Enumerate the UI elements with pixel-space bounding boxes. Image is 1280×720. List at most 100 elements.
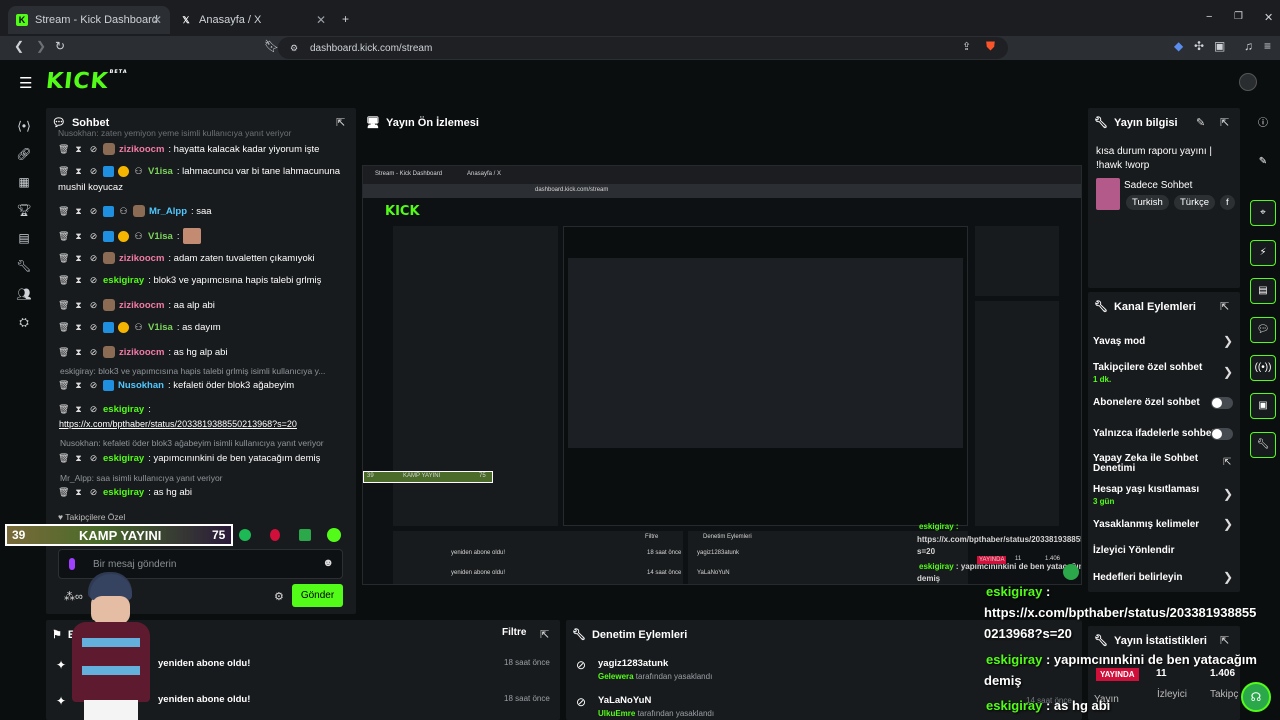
- external-link-icon[interactable]: ⇱: [1223, 457, 1231, 468]
- bookmark-icon[interactable]: 🔖︎: [264, 39, 279, 53]
- ban-icon[interactable]: ⊘: [88, 347, 99, 358]
- reload-icon[interactable]: ↻: [55, 39, 65, 53]
- mic-icon[interactable]: [69, 558, 75, 570]
- timeout-icon[interactable]: ⧗: [73, 380, 84, 391]
- users-icon[interactable]: 👥︎: [16, 286, 32, 302]
- banned-words-item[interactable]: Yasaklanmış kelimeler: [1093, 519, 1199, 530]
- chat-username[interactable]: V1isa: [148, 166, 173, 177]
- popout-icon[interactable]: ⇱: [1220, 300, 1229, 313]
- tag-chip[interactable]: Turkish: [1126, 195, 1169, 210]
- timeout-icon[interactable]: ⧗: [73, 206, 84, 217]
- popout-icon[interactable]: ⇱: [1220, 116, 1229, 129]
- broadcast-icon[interactable]: ((•)): [1250, 355, 1276, 381]
- timeout-icon[interactable]: ⧗: [73, 231, 84, 242]
- category-label[interactable]: Sadece Sohbet: [1124, 180, 1192, 191]
- chevron-right-icon[interactable]: ❯: [1223, 570, 1233, 584]
- ban-icon[interactable]: ⊘: [88, 322, 99, 333]
- gift-icon[interactable]: ▣: [1250, 393, 1276, 419]
- goals-item[interactable]: Hedefleri belirleyin: [1093, 572, 1182, 583]
- url-bar[interactable]: ⚙ dashboard.kick.com/stream: [278, 37, 1008, 59]
- emotes-only-item[interactable]: Yalnızca ifadelerle sohbet: [1093, 428, 1215, 439]
- timeout-icon[interactable]: ⧗: [73, 347, 84, 358]
- ban-icon[interactable]: ⊘: [88, 206, 99, 217]
- stream-icon[interactable]: ⟨•⟩: [16, 118, 32, 134]
- trash-icon[interactable]: 🗑︎: [58, 231, 69, 242]
- chat-username[interactable]: eskigiray: [103, 404, 144, 415]
- chat-username[interactable]: zizikoocm: [119, 144, 164, 155]
- puzzle-icon[interactable]: ✣: [1194, 39, 1204, 53]
- chat-username[interactable]: zizikoocm: [119, 300, 164, 311]
- ban-icon[interactable]: ⊘: [88, 275, 99, 286]
- tab-close-icon[interactable]: ✕: [152, 13, 162, 27]
- headset-icon[interactable]: ☊: [1241, 682, 1271, 712]
- chat-username[interactable]: eskigiray: [103, 275, 144, 286]
- trophy-icon[interactable]: 🏆︎: [16, 202, 32, 218]
- send-button[interactable]: Gönder: [292, 584, 343, 607]
- minimize-icon[interactable]: −: [1206, 11, 1212, 23]
- slow-mode-item[interactable]: Yavaş mod: [1093, 336, 1145, 347]
- user-avatar[interactable]: [1239, 73, 1257, 91]
- brave-shield-icon[interactable]: ⛊: [986, 39, 995, 54]
- menu-icon[interactable]: ≡: [1264, 39, 1271, 53]
- tag-chip[interactable]: Türkçe: [1174, 195, 1216, 210]
- analytics-icon[interactable]: ▦: [16, 174, 32, 190]
- browser-tab-x[interactable]: 𝕏 Anasayfa / X ✕: [172, 6, 334, 34]
- trash-icon[interactable]: 🗑︎: [58, 253, 69, 264]
- forward-icon[interactable]: ❯: [36, 39, 46, 53]
- chat-username[interactable]: Nusokhan: [118, 380, 164, 391]
- timeout-icon[interactable]: ⧗: [73, 453, 84, 464]
- media-icon[interactable]: ♫: [1244, 39, 1253, 53]
- trash-icon[interactable]: 🗑︎: [58, 166, 69, 177]
- wrench-icon[interactable]: 🔧︎: [16, 258, 32, 274]
- trash-icon[interactable]: 🗑︎: [58, 487, 69, 498]
- new-tab-icon[interactable]: +: [342, 12, 349, 26]
- timeout-icon[interactable]: ⧗: [73, 253, 84, 264]
- timeout-icon[interactable]: ⧗: [73, 404, 84, 415]
- raid-item[interactable]: İzleyici Yönlendir: [1093, 545, 1175, 556]
- timeout-icon[interactable]: ⧗: [73, 487, 84, 498]
- timeout-icon[interactable]: ⧗: [73, 322, 84, 333]
- link-icon[interactable]: 🔗︎: [16, 146, 32, 162]
- clipboard-icon[interactable]: ▤: [1250, 278, 1276, 304]
- edit-icon[interactable]: ✎: [1250, 150, 1276, 176]
- emoji-icon[interactable]: ☻: [322, 557, 334, 569]
- ban-icon[interactable]: ⊘: [88, 380, 99, 391]
- ban-icon[interactable]: ⊘: [88, 253, 99, 264]
- ban-icon[interactable]: ⊘: [88, 166, 99, 177]
- trash-icon[interactable]: 🗑︎: [58, 275, 69, 286]
- tab-close-icon[interactable]: ✕: [316, 13, 326, 27]
- kick-logo[interactable]: KICKBETA: [45, 69, 128, 94]
- tools-icon[interactable]: 🔧︎: [1250, 432, 1276, 458]
- ban-icon[interactable]: ⊘: [88, 144, 99, 155]
- ban-icon[interactable]: ⊘: [88, 487, 99, 498]
- account-age-item[interactable]: Hesap yaşı kısıtlaması 3 gün: [1093, 484, 1199, 506]
- chat-link[interactable]: https://x.com/bpthaber/status/2033819388…: [59, 419, 297, 429]
- trash-icon[interactable]: 🗑︎: [58, 322, 69, 333]
- back-icon[interactable]: ❮: [14, 39, 24, 53]
- extension-icon[interactable]: ◆: [1174, 39, 1183, 53]
- info-icon[interactable]: ⓘ: [1250, 112, 1276, 138]
- followers-only-item[interactable]: Takipçilere özel sohbet 1 dk.: [1093, 362, 1202, 384]
- video-icon[interactable]: ▤: [16, 230, 32, 246]
- chat-username[interactable]: eskigiray: [103, 487, 144, 498]
- filter-label[interactable]: Filtre: [502, 627, 526, 638]
- settings-gear-icon[interactable]: ⚙: [274, 590, 284, 603]
- trash-icon[interactable]: 🗑︎: [58, 144, 69, 155]
- chevron-right-icon[interactable]: ❯: [1223, 365, 1233, 379]
- popout-icon[interactable]: ⇱: [336, 116, 345, 129]
- ai-moderation-item[interactable]: Yapay Zeka ile Sohbet Denetimi: [1093, 454, 1213, 474]
- site-info-icon[interactable]: ⚙: [290, 43, 298, 54]
- chat-username[interactable]: zizikoocm: [119, 347, 164, 358]
- popout-icon[interactable]: ⇱: [540, 628, 549, 641]
- edit-pencil-icon[interactable]: ✎: [1196, 116, 1205, 129]
- emotes-only-toggle[interactable]: [1211, 428, 1233, 440]
- moderation-user[interactable]: YaLaNoYuN: [598, 695, 651, 706]
- ban-icon[interactable]: ⊘: [88, 404, 99, 415]
- chat-username[interactable]: V1isa: [148, 322, 173, 333]
- ban-icon[interactable]: ⊘: [88, 231, 99, 242]
- ban-icon[interactable]: ⊘: [88, 300, 99, 311]
- chevron-right-icon[interactable]: ❯: [1223, 334, 1233, 348]
- popout-icon[interactable]: ⇱: [1220, 634, 1229, 647]
- window-close-icon[interactable]: ✕: [1264, 11, 1273, 24]
- moderation-user[interactable]: yagiz1283atunk: [598, 658, 668, 669]
